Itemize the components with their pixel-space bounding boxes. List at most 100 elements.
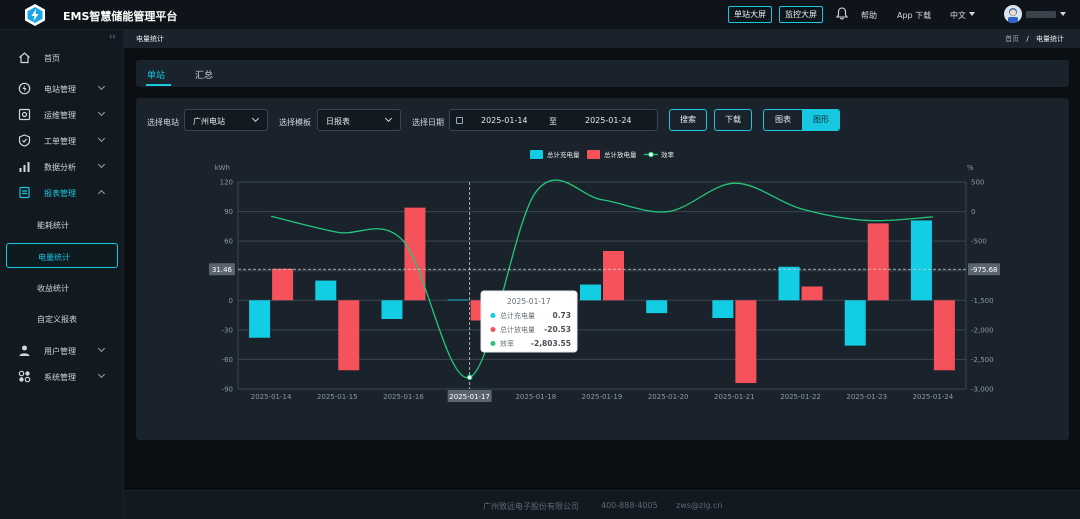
y-tick-right-label: -1,500 bbox=[971, 297, 994, 305]
user-menu-caret-icon[interactable] bbox=[1060, 12, 1066, 16]
x-tick-label: 2025-01-19 bbox=[582, 393, 623, 401]
sidebar-item-operations[interactable]: 运维管理 bbox=[0, 104, 124, 126]
tooltip-series-value: -2,803.55 bbox=[531, 339, 571, 348]
chevron-down-icon bbox=[97, 134, 106, 143]
sidebar-item-system[interactable]: 系统管理 bbox=[0, 366, 124, 388]
charge-bar bbox=[381, 300, 403, 320]
tooltip-series-name: 总计充电量 bbox=[500, 311, 535, 320]
breadcrumb-separator: / bbox=[1026, 35, 1029, 43]
home-icon bbox=[19, 52, 30, 64]
tooltip-series-name: 总计放电量 bbox=[500, 325, 535, 334]
charge-bar bbox=[315, 280, 337, 301]
sidebar-item-station[interactable]: 电站管理 bbox=[0, 78, 124, 100]
sidebar-subitem-custom[interactable]: 自定义报表 bbox=[6, 306, 118, 331]
legend-label: 效率 bbox=[661, 150, 675, 159]
page-title: 电量统计 bbox=[136, 35, 164, 43]
breadcrumb-home[interactable]: 首页 bbox=[1005, 35, 1019, 43]
chevron-up-icon bbox=[97, 189, 106, 198]
sidebar-item-reports[interactable]: 报表管理 bbox=[0, 182, 124, 204]
y-tick-left-label: -60 bbox=[222, 356, 233, 364]
y-tick-left-label: -30 bbox=[222, 326, 233, 334]
x-tick-label: 2025-01-24 bbox=[913, 393, 954, 401]
app-download-link[interactable]: App 下载 bbox=[897, 10, 931, 21]
y-tick-right-label: -2,000 bbox=[971, 326, 994, 334]
crosshair-x-value: 2025-01-17 bbox=[449, 393, 490, 401]
sidebar-item-label: 运维管理 bbox=[44, 111, 76, 120]
language-select[interactable]: 中文 bbox=[950, 10, 966, 21]
y-tick-left-label: 120 bbox=[220, 179, 233, 187]
chart-tooltip: 2025-01-17 总计充电量 0.73 总计放电量 -20.53 效率 -2,803.5… bbox=[480, 290, 578, 353]
sidebar-item-label: 数据分析 bbox=[44, 163, 76, 172]
tooltip-dot bbox=[490, 341, 496, 346]
language-caret-icon[interactable] bbox=[969, 12, 975, 16]
help-link[interactable]: 帮助 bbox=[861, 10, 877, 21]
lightning-icon bbox=[18, 82, 31, 95]
sidebar-subitem-label: 电量统计 bbox=[38, 253, 70, 262]
y-tick-right-label: -2,500 bbox=[971, 356, 994, 364]
charge-bar bbox=[778, 266, 800, 301]
app-title: EMS智慧储能管理平台 bbox=[63, 10, 178, 23]
sidebar-item-label: 电站管理 bbox=[44, 85, 76, 94]
charge-bar bbox=[646, 300, 668, 314]
sidebar-subitem-electricity[interactable]: 电量统计 bbox=[6, 243, 118, 268]
collapse-icon[interactable]: ‹‹ bbox=[109, 32, 115, 41]
sidebar-subitem-label: 能耗统计 bbox=[37, 221, 69, 230]
x-tick-label: 2025-01-21 bbox=[714, 393, 755, 401]
y-tick-right-label: -500 bbox=[971, 238, 987, 246]
y-tick-right-label: -3,000 bbox=[971, 386, 994, 394]
sidebar-subitem-label: 收益统计 bbox=[37, 284, 69, 293]
electricity-chart: kWh%1209060300-30-60-905000-500-1,000-1,… bbox=[209, 150, 1000, 402]
y-tick-left-label: 0 bbox=[229, 297, 233, 305]
y-tick-left-label: -90 bbox=[222, 386, 233, 394]
sidebar-item-label: 系统管理 bbox=[44, 373, 76, 382]
charge-bar bbox=[580, 284, 601, 301]
footer-email: zws@zlg.cn bbox=[676, 501, 723, 510]
chevron-down-icon bbox=[97, 108, 106, 117]
chevron-down-icon bbox=[97, 82, 106, 91]
sidebar-item-workorder[interactable]: 工单管理 bbox=[0, 130, 124, 152]
sidebar-subitem-label: 自定义报表 bbox=[37, 315, 77, 324]
y-tick-right-label: 0 bbox=[971, 208, 975, 216]
user-icon bbox=[19, 345, 30, 356]
grid-apps-icon bbox=[18, 370, 31, 383]
crosshair-right-value: -975.68 bbox=[970, 266, 997, 274]
tabs-panel: 单站 汇总 bbox=[136, 60, 1069, 87]
x-tick-label: 2025-01-14 bbox=[251, 393, 292, 401]
chevron-down-icon bbox=[97, 344, 106, 353]
logo-icon bbox=[25, 4, 45, 26]
breadcrumb-bar: 电量统计 首页 / 电量统计 bbox=[124, 30, 1080, 48]
sidebar-subitem-revenue[interactable]: 收益统计 bbox=[6, 275, 118, 300]
y-axis-right-unit: % bbox=[967, 164, 974, 172]
tab-summary[interactable]: 汇总 bbox=[195, 68, 213, 81]
sidebar-item-users[interactable]: 用户管理 bbox=[0, 340, 124, 362]
efficiency-point-hover bbox=[466, 374, 473, 381]
legend-swatch bbox=[530, 150, 543, 159]
tab-single-station[interactable]: 单站 bbox=[147, 68, 165, 81]
footer: 广州致远电子股份有限公司 400-888-4005 zws@zlg.cn bbox=[124, 490, 1080, 519]
tab-active-indicator bbox=[146, 84, 171, 86]
sidebar-subitem-energy[interactable]: 能耗统计 bbox=[6, 212, 118, 237]
x-tick-label: 2025-01-22 bbox=[780, 393, 821, 401]
discharge-bar bbox=[801, 286, 823, 301]
top-bar: EMS智慧储能管理平台 单站大屏 监控大屏 帮助 App 下载 中文 bbox=[0, 0, 1080, 30]
discharge-bar bbox=[603, 251, 624, 301]
user-avatar-icon bbox=[1008, 8, 1018, 23]
sidebar-item-label: 用户管理 bbox=[44, 347, 76, 356]
tooltip-series-value: -20.53 bbox=[544, 325, 571, 334]
sidebar-item-label: 工单管理 bbox=[44, 137, 76, 146]
bell-icon[interactable] bbox=[836, 7, 848, 20]
chevron-down-icon bbox=[97, 370, 106, 379]
avatar[interactable] bbox=[1004, 5, 1022, 23]
sidebar-item-home[interactable]: 首页 bbox=[0, 47, 124, 69]
discharge-bar bbox=[933, 300, 955, 371]
legend-swatch bbox=[587, 150, 600, 159]
sidebar-item-label: 报表管理 bbox=[44, 189, 76, 198]
monitor-screen-button[interactable]: 监控大屏 bbox=[779, 6, 823, 23]
charge-bar bbox=[447, 299, 469, 301]
discharge-bar bbox=[867, 223, 889, 301]
username-masked[interactable] bbox=[1026, 11, 1056, 18]
discharge-bar bbox=[404, 207, 426, 301]
breadcrumb: 首页 / 电量统计 bbox=[1005, 34, 1064, 44]
station-screen-button[interactable]: 单站大屏 bbox=[728, 6, 772, 23]
sidebar-item-analysis[interactable]: 数据分析 bbox=[0, 156, 124, 178]
